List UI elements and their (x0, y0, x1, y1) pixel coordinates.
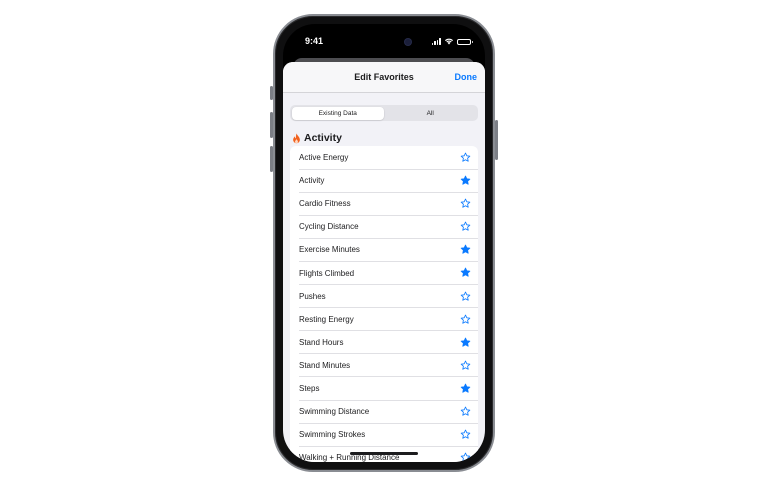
status-icons (431, 38, 473, 45)
flame-icon (293, 132, 300, 143)
list-item-label: Stand Hours (299, 337, 344, 347)
star-outline-icon[interactable] (460, 452, 471, 462)
side-button (495, 120, 498, 160)
segment-all[interactable]: All (384, 107, 477, 120)
list-item[interactable]: Exercise Minutes (290, 238, 478, 262)
list-item-label: Cycling Distance (299, 222, 359, 232)
list-item[interactable]: Stand Minutes (290, 354, 478, 378)
favorites-list: Active Energy Activity Cardio Fitness Cycli… (290, 146, 478, 462)
star-filled-icon[interactable] (460, 267, 471, 278)
list-item[interactable]: Stand Hours (290, 331, 478, 354)
star-outline-icon[interactable] (460, 221, 471, 232)
list-item-label: Stand Minutes (299, 360, 351, 370)
list-item[interactable]: Activity (290, 169, 478, 193)
list-item[interactable]: Active Energy (290, 146, 478, 170)
star-outline-icon[interactable] (460, 360, 471, 371)
star-filled-icon[interactable] (460, 383, 471, 394)
star-outline-icon[interactable] (460, 152, 471, 163)
list-item[interactable]: Flights Climbed (290, 261, 478, 285)
star-outline-icon[interactable] (460, 429, 471, 440)
section-header: Activity (292, 132, 342, 144)
status-time: 9:41 (305, 36, 324, 46)
phone-screen: 9:41 Edit Favorites Done Existing Data A… (283, 24, 485, 462)
battery-icon (457, 38, 473, 45)
navigation-bar: Edit Favorites Done (283, 62, 485, 93)
star-filled-icon[interactable] (460, 244, 471, 255)
star-outline-icon[interactable] (460, 406, 471, 417)
star-outline-icon[interactable] (460, 291, 471, 302)
list-item[interactable]: Pushes (290, 285, 478, 308)
list-item-label: Active Energy (299, 153, 349, 163)
star-outline-icon[interactable] (460, 198, 471, 209)
list-item[interactable]: Swimming Distance (290, 400, 478, 424)
list-item[interactable]: Steps (290, 377, 478, 401)
list-item-label: Steps (299, 383, 320, 393)
segment-existing-data[interactable]: Existing Data (291, 106, 384, 120)
star-filled-icon[interactable] (460, 175, 471, 186)
star-filled-icon[interactable] (460, 337, 471, 348)
list-item-label: Swimming Distance (299, 407, 370, 417)
dynamic-island (365, 35, 419, 49)
home-indicator[interactable] (350, 452, 418, 455)
list-item-label: Activity (299, 176, 325, 186)
list-item[interactable]: Cycling Distance (290, 215, 478, 239)
list-item[interactable]: Cardio Fitness (290, 192, 478, 216)
list-item-label: Swimming Strokes (299, 430, 366, 440)
phone-frame: 9:41 Edit Favorites Done Existing Data A… (273, 14, 495, 472)
list-item-label: Pushes (299, 291, 326, 301)
cellular-signal-icon (431, 38, 441, 45)
edit-favorites-sheet: Edit Favorites Done Existing Data All Ac… (283, 62, 485, 462)
list-item[interactable]: Resting Energy (290, 308, 478, 331)
list-item-label: Flights Climbed (299, 268, 355, 278)
list-item[interactable]: Swimming Strokes (290, 423, 478, 447)
segmented-control: Existing Data All (290, 105, 478, 121)
list-item-label: Cardio Fitness (299, 199, 351, 209)
list-item-label: Exercise Minutes (299, 245, 360, 255)
camera-icon (405, 39, 411, 45)
list-item-label: Resting Energy (299, 314, 354, 324)
section-title: Activity (304, 132, 342, 144)
star-outline-icon[interactable] (460, 314, 471, 325)
wifi-icon (445, 38, 453, 45)
done-button[interactable]: Done (455, 72, 478, 82)
